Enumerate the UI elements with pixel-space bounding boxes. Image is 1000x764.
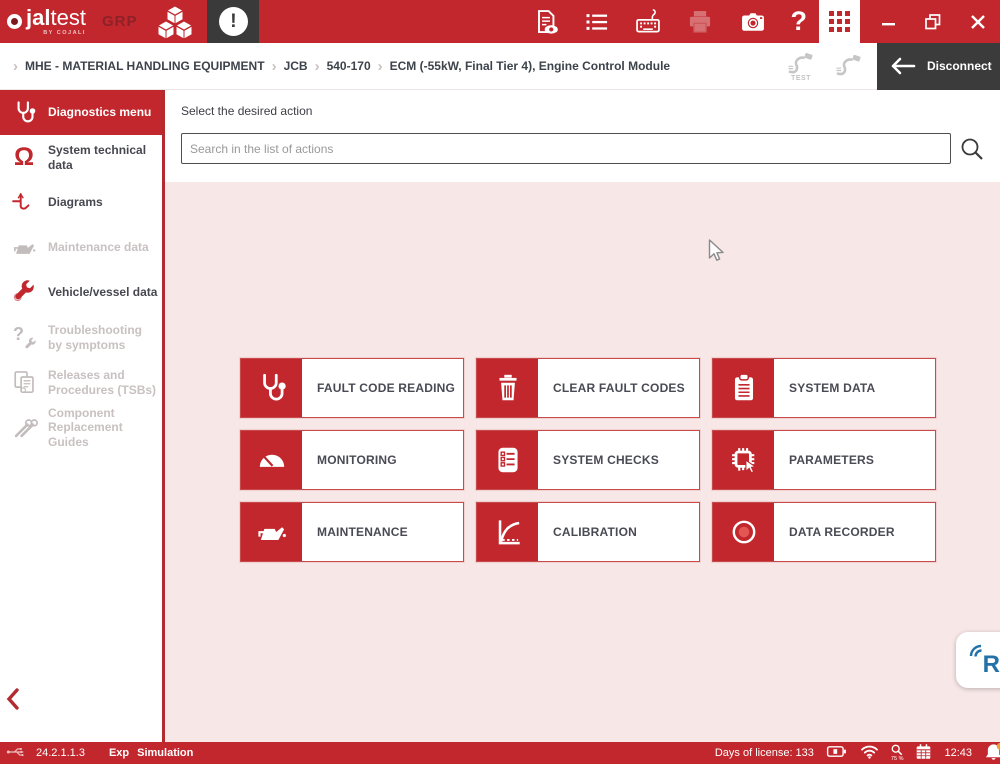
search-row bbox=[181, 133, 985, 164]
sidebar-item-maintenance-data: Maintenance data bbox=[0, 225, 162, 270]
actions-grid: FAULT CODE READING CLEAR FAULT CODES bbox=[240, 358, 936, 562]
sidebar-item-vehicle-vessel-data[interactable]: Vehicle/vessel data bbox=[0, 270, 162, 315]
checklist-icon bbox=[477, 431, 538, 489]
search-icon[interactable] bbox=[959, 136, 985, 162]
content-area: Select the desired action bbox=[165, 90, 1000, 742]
calibration-curve-icon bbox=[477, 503, 538, 561]
sidebar-collapse-chevron[interactable] bbox=[6, 688, 20, 715]
license-days-label: Days of license: 133 bbox=[715, 747, 814, 759]
mode-simulation-label: Simulation bbox=[137, 747, 193, 759]
action-monitoring[interactable]: MONITORING bbox=[240, 430, 464, 490]
instruction-label: Select the desired action bbox=[181, 104, 985, 118]
action-calibration[interactable]: CALIBRATION bbox=[476, 502, 700, 562]
help-icon[interactable]: ? bbox=[791, 8, 808, 35]
jaltest-logo-icon bbox=[7, 14, 22, 29]
disconnect-button[interactable]: Disconnect bbox=[877, 43, 1000, 90]
virtual-keyboard-icon[interactable] bbox=[634, 8, 662, 36]
actions-panel: FAULT CODE READING CLEAR FAULT CODES bbox=[165, 182, 1000, 742]
stethoscope-icon bbox=[241, 359, 302, 417]
content-header: Select the desired action bbox=[165, 90, 1000, 182]
action-maintenance[interactable]: MAINTENANCE bbox=[240, 502, 464, 562]
chip-cursor-icon bbox=[713, 431, 774, 489]
modules-cubes-icon[interactable] bbox=[155, 4, 195, 40]
screenshot-camera-icon[interactable] bbox=[738, 8, 768, 36]
action-parameters[interactable]: PARAMETERS bbox=[712, 430, 936, 490]
alerts-toggle[interactable]: ! bbox=[207, 0, 259, 43]
apps-grid-icon bbox=[829, 11, 850, 32]
version-label: 24.2.1.1.3 bbox=[36, 747, 85, 759]
sidebar: Diagnostics menu Ω System technical data… bbox=[0, 90, 165, 742]
title-bar: jaltest BY COJALI GRP ! bbox=[0, 0, 1000, 43]
apps-grid-button[interactable] bbox=[819, 0, 860, 43]
battery-icon bbox=[826, 744, 848, 762]
sidebar-item-diagnostics-menu[interactable]: Diagnostics menu bbox=[0, 90, 162, 135]
oil-can-icon bbox=[9, 232, 39, 264]
sidebar-item-troubleshooting: ? Troubleshooting by symptoms bbox=[0, 315, 162, 360]
breadcrumb-item-brand[interactable]: JCB bbox=[265, 58, 308, 75]
oil-can-icon bbox=[241, 503, 302, 561]
breadcrumb-item-category[interactable]: MHE - MATERIAL HANDLING EQUIPMENT bbox=[6, 58, 265, 75]
cable-test-icon: TEST bbox=[785, 51, 817, 82]
usb-icon bbox=[6, 745, 26, 762]
action-system-checks[interactable]: SYSTEM CHECKS bbox=[476, 430, 700, 490]
record-icon bbox=[713, 503, 774, 561]
remote-support-button[interactable]: R bbox=[956, 632, 1000, 688]
action-fault-code-reading[interactable]: FAULT CODE READING bbox=[240, 358, 464, 418]
action-clear-fault-codes[interactable]: CLEAR FAULT CODES bbox=[476, 358, 700, 418]
logo-byline: BY COJALI bbox=[43, 31, 86, 37]
restore-button[interactable] bbox=[925, 14, 941, 30]
report-viewer-icon[interactable] bbox=[532, 8, 560, 36]
connection-status-icons: TEST bbox=[785, 51, 865, 82]
sidebar-item-system-technical-data[interactable]: Ω System technical data bbox=[0, 135, 162, 180]
clipboard-icon bbox=[713, 359, 774, 417]
action-data-recorder[interactable]: DATA RECORDER bbox=[712, 502, 936, 562]
calendar-icon[interactable] bbox=[915, 743, 932, 763]
search-input[interactable] bbox=[181, 133, 951, 164]
clock-label: 12:43 bbox=[944, 747, 972, 759]
omega-icon: Ω bbox=[9, 142, 39, 174]
back-arrow-icon bbox=[890, 56, 916, 76]
mouse-cursor bbox=[708, 239, 728, 265]
alert-icon: ! bbox=[219, 7, 248, 36]
question-wrench-icon: ? bbox=[9, 322, 39, 354]
minimize-button[interactable] bbox=[882, 15, 896, 29]
window-controls bbox=[860, 14, 1000, 30]
zoom-level-indicator[interactable]: 75 % bbox=[891, 744, 904, 763]
documents-stack-icon bbox=[9, 367, 39, 399]
cable-connection-icon bbox=[833, 51, 865, 77]
breadcrumb-item-system: ECM (-55kW, Final Tier 4), Engine Contro… bbox=[371, 58, 670, 75]
jaltest-app-window: jaltest BY COJALI GRP ! bbox=[0, 0, 1000, 764]
trash-icon bbox=[477, 359, 538, 417]
breadcrumb-item-model[interactable]: 540-170 bbox=[308, 58, 371, 75]
crossed-wrenches-icon bbox=[9, 412, 39, 444]
jaltest-logo: jaltest BY COJALI bbox=[0, 7, 86, 37]
sidebar-item-component-replacement: Component Replacement Guides bbox=[0, 405, 162, 450]
wifi-icon bbox=[860, 744, 879, 762]
wrench-icon bbox=[9, 277, 39, 309]
breadcrumb-bar: MHE - MATERIAL HANDLING EQUIPMENT JCB 54… bbox=[0, 43, 1000, 90]
sidebar-item-diagrams[interactable]: Diagrams bbox=[0, 180, 162, 225]
mode-exp-label: Exp bbox=[109, 747, 129, 759]
remote-icon: R bbox=[968, 643, 1000, 677]
logo-text: jaltest bbox=[26, 7, 86, 29]
diagram-schematic-icon bbox=[9, 187, 39, 219]
grp-label: GRP bbox=[102, 13, 138, 30]
close-button[interactable] bbox=[970, 14, 986, 30]
status-bar: 24.2.1.1.3 Exp Simulation Days of licens… bbox=[0, 742, 1000, 764]
gauge-icon bbox=[241, 431, 302, 489]
stethoscope-icon bbox=[9, 97, 39, 129]
sidebar-item-releases-tsbs: Releases and Procedures (TSBs) bbox=[0, 360, 162, 405]
notifications-bell-icon[interactable] bbox=[984, 742, 1000, 764]
titlebar-tools: ? bbox=[532, 8, 808, 36]
main-area: Diagnostics menu Ω System technical data… bbox=[0, 90, 1000, 742]
actions-list-icon[interactable] bbox=[583, 8, 611, 36]
breadcrumb: MHE - MATERIAL HANDLING EQUIPMENT JCB 54… bbox=[0, 58, 785, 75]
action-system-data[interactable]: SYSTEM DATA bbox=[712, 358, 936, 418]
print-icon bbox=[685, 8, 715, 36]
